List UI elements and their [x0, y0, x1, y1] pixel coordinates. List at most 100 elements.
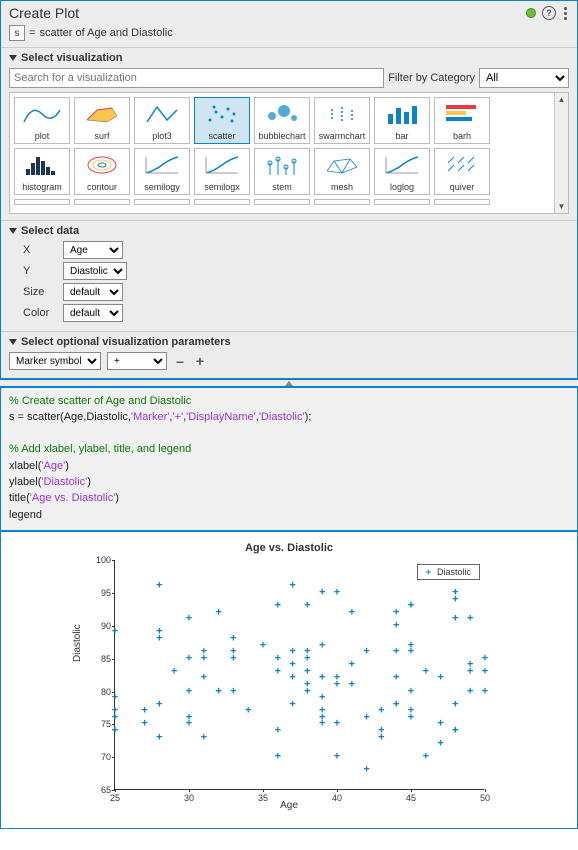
- data-point: +: [289, 660, 295, 671]
- y-axis-label: Diastolic: [72, 624, 83, 662]
- data-row-select-x[interactable]: Age: [63, 241, 123, 259]
- viz-option-partial[interactable]: [374, 199, 430, 205]
- viz-option-bar[interactable]: bar: [374, 97, 430, 144]
- data-point: +: [393, 607, 399, 618]
- code-line: legend: [9, 509, 42, 521]
- data-point: +: [482, 666, 488, 677]
- data-row-select-color[interactable]: default: [63, 304, 123, 322]
- data-point: +: [112, 712, 118, 723]
- status-dot-icon: [526, 8, 536, 18]
- plot-icon: [15, 98, 69, 130]
- viz-option-label: surf: [94, 130, 109, 143]
- gallery-scrollbar[interactable]: ▲ ▼: [554, 93, 568, 213]
- data-point: +: [112, 725, 118, 736]
- data-row-select-size[interactable]: default: [63, 283, 123, 301]
- scatter-icon: [195, 98, 249, 130]
- remove-param-button[interactable]: –: [173, 354, 187, 368]
- data-point: +: [289, 581, 295, 592]
- viz-option-partial[interactable]: [74, 199, 130, 205]
- section-label: Select visualization: [21, 52, 122, 64]
- data-point: +: [275, 653, 281, 664]
- viz-option-histogram[interactable]: histogram: [14, 148, 70, 195]
- viz-option-contour[interactable]: contour: [74, 148, 130, 195]
- filter-category-select[interactable]: All: [479, 68, 569, 88]
- kebab-menu-icon[interactable]: [562, 7, 569, 20]
- viz-option-stem[interactable]: stem: [254, 148, 310, 195]
- viz-option-loglog[interactable]: loglog: [374, 148, 430, 195]
- viz-option-partial[interactable]: [434, 199, 490, 205]
- data-point: +: [156, 633, 162, 644]
- output-variable-box[interactable]: s: [9, 25, 25, 41]
- y-tick-label: 100: [87, 555, 111, 565]
- viz-option-partial[interactable]: [194, 199, 250, 205]
- data-point: +: [393, 620, 399, 631]
- generated-code-block: % Create scatter of Age and Diastolic s …: [0, 387, 578, 531]
- data-point: +: [186, 653, 192, 664]
- section-header[interactable]: Select visualization: [9, 52, 569, 64]
- legend-marker-icon: +: [426, 567, 431, 577]
- semilogx-icon: [195, 149, 249, 181]
- code-line: s = scatter(Age,Diastolic,'Marker','+','…: [9, 411, 311, 423]
- code-comment: % Create scatter of Age and Diastolic: [9, 395, 191, 407]
- viz-option-partial[interactable]: [254, 199, 310, 205]
- data-point: +: [141, 706, 147, 717]
- equals-sign: =: [29, 27, 35, 39]
- y-tick-label: 70: [87, 752, 111, 762]
- resize-handle[interactable]: [0, 379, 578, 387]
- viz-option-label: histogram: [22, 181, 62, 194]
- data-row-label: Size: [23, 286, 53, 298]
- data-point: +: [156, 732, 162, 743]
- add-param-button[interactable]: +: [193, 354, 207, 368]
- data-point: +: [304, 679, 310, 690]
- data-point: +: [319, 673, 325, 684]
- viz-option-swarmchart[interactable]: swarmchart: [314, 97, 370, 144]
- param-name-select[interactable]: Marker symbol: [9, 352, 101, 370]
- data-point: +: [334, 587, 340, 598]
- viz-option-partial[interactable]: [14, 199, 70, 205]
- help-icon[interactable]: ?: [542, 6, 556, 20]
- viz-option-label: semilogy: [144, 181, 180, 194]
- viz-option-plot3[interactable]: plot3: [134, 97, 190, 144]
- data-point: +: [437, 719, 443, 730]
- panel-header: Create Plot ?: [1, 1, 577, 23]
- scroll-up-icon[interactable]: ▲: [556, 93, 568, 106]
- data-point: +: [363, 765, 369, 776]
- data-point: +: [289, 647, 295, 658]
- section-header[interactable]: Select optional visualization parameters: [9, 336, 569, 348]
- data-point: +: [363, 712, 369, 723]
- viz-option-mesh[interactable]: mesh: [314, 148, 370, 195]
- data-point: +: [467, 686, 473, 697]
- collapse-triangle-icon: [9, 55, 17, 61]
- viz-option-quiver[interactable]: quiver: [434, 148, 490, 195]
- viz-option-scatter[interactable]: scatter: [194, 97, 250, 144]
- viz-option-semilogx[interactable]: semilogx: [194, 148, 250, 195]
- viz-option-bubblechart[interactable]: bubblechart: [254, 97, 310, 144]
- viz-option-semilogy[interactable]: semilogy: [134, 148, 190, 195]
- data-point: +: [452, 725, 458, 736]
- viz-option-plot[interactable]: plot: [14, 97, 70, 144]
- viz-option-partial[interactable]: [134, 199, 190, 205]
- y-tick-label: 90: [87, 621, 111, 631]
- data-row-label: Color: [23, 307, 53, 319]
- search-input[interactable]: [9, 68, 384, 88]
- select-data-section: Select data XAgeYDiastolicSizedefaultCol…: [1, 220, 577, 331]
- scatter-chart: Age vs. Diastolic Diastolic + Diastolic …: [74, 542, 504, 822]
- expression-text: scatter of Age and Diastolic: [39, 27, 172, 39]
- data-row-label: X: [23, 244, 53, 256]
- data-point: +: [378, 706, 384, 717]
- data-point: +: [452, 594, 458, 605]
- select-visualization-section: Select visualization Filter by Category …: [1, 47, 577, 220]
- section-header[interactable]: Select data: [9, 225, 569, 237]
- viz-option-barh[interactable]: barh: [434, 97, 490, 144]
- collapse-triangle-icon: [9, 228, 17, 234]
- data-point: +: [304, 601, 310, 612]
- viz-option-label: loglog: [390, 181, 414, 194]
- data-point: +: [275, 752, 281, 763]
- data-point: +: [186, 719, 192, 730]
- data-point: +: [186, 614, 192, 625]
- viz-option-partial[interactable]: [314, 199, 370, 205]
- data-row-select-y[interactable]: Diastolic: [63, 262, 127, 280]
- param-value-select[interactable]: +: [107, 352, 167, 370]
- viz-option-surf[interactable]: surf: [74, 97, 130, 144]
- scroll-down-icon[interactable]: ▼: [556, 200, 568, 213]
